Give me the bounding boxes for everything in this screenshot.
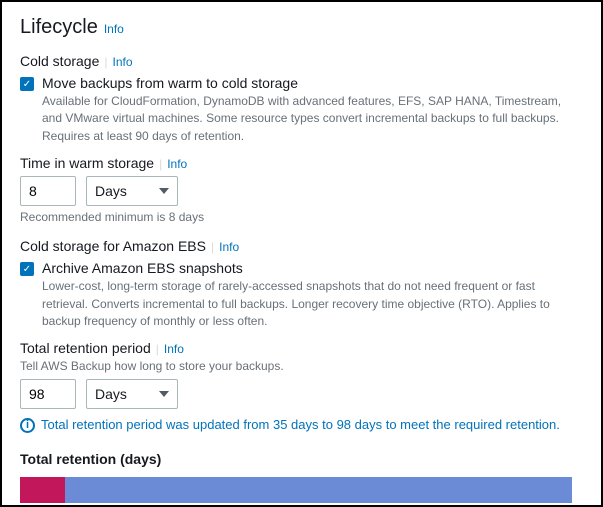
chart-title: Total retention (days) bbox=[20, 451, 583, 467]
retention-unit-select[interactable]: Days bbox=[86, 379, 178, 409]
move-to-cold-label: Move backups from warm to cold storage bbox=[42, 75, 298, 91]
ebs-info-link[interactable]: Info bbox=[219, 240, 239, 254]
retention-unit-value: Days bbox=[95, 386, 127, 402]
cold-storage-info-link[interactable]: Info bbox=[113, 55, 133, 69]
retention-alert-text: Total retention period was updated from … bbox=[41, 417, 560, 432]
chevron-down-icon bbox=[159, 188, 169, 194]
retention-alert: i Total retention period was updated fro… bbox=[20, 417, 583, 433]
cold-storage-desc: Available for CloudFormation, DynamoDB w… bbox=[42, 93, 583, 145]
ebs-heading: Cold storage for Amazon EBS | Info bbox=[20, 238, 583, 254]
cold-storage-title: Cold storage bbox=[20, 53, 99, 69]
archive-ebs-checkbox[interactable]: ✓ bbox=[20, 262, 34, 276]
warm-time-input[interactable] bbox=[20, 176, 76, 206]
divider: | bbox=[156, 342, 159, 356]
retention-info-link[interactable]: Info bbox=[164, 342, 184, 356]
page-title: Lifecycle Info bbox=[20, 16, 583, 39]
retention-label: Total retention period bbox=[20, 340, 151, 356]
warm-time-label-row: Time in warm storage | Info bbox=[20, 155, 583, 171]
page-title-text: Lifecycle bbox=[20, 16, 98, 39]
chart-segment bbox=[20, 477, 65, 503]
retention-chart bbox=[20, 477, 583, 507]
warm-time-hint: Recommended minimum is 8 days bbox=[20, 210, 583, 224]
retention-input[interactable] bbox=[20, 379, 76, 409]
retention-sub: Tell AWS Backup how long to store your b… bbox=[20, 359, 583, 373]
retention-label-row: Total retention period | Info bbox=[20, 340, 583, 356]
divider: | bbox=[104, 55, 107, 69]
divider: | bbox=[159, 157, 162, 171]
archive-ebs-label: Archive Amazon EBS snapshots bbox=[42, 260, 243, 276]
chevron-down-icon bbox=[159, 391, 169, 397]
ebs-desc: Lower-cost, long-term storage of rarely-… bbox=[42, 278, 583, 330]
ebs-title: Cold storage for Amazon EBS bbox=[20, 238, 206, 254]
chart-segment bbox=[65, 477, 572, 503]
warm-time-unit-select[interactable]: Days bbox=[86, 176, 178, 206]
divider: | bbox=[211, 240, 214, 254]
warm-time-info-link[interactable]: Info bbox=[167, 157, 187, 171]
cold-storage-heading: Cold storage | Info bbox=[20, 53, 583, 69]
lifecycle-info-link[interactable]: Info bbox=[104, 22, 124, 36]
move-to-cold-checkbox[interactable]: ✓ bbox=[20, 77, 34, 91]
warm-time-unit-value: Days bbox=[95, 183, 127, 199]
info-icon: i bbox=[20, 418, 35, 433]
warm-time-label: Time in warm storage bbox=[20, 155, 154, 171]
